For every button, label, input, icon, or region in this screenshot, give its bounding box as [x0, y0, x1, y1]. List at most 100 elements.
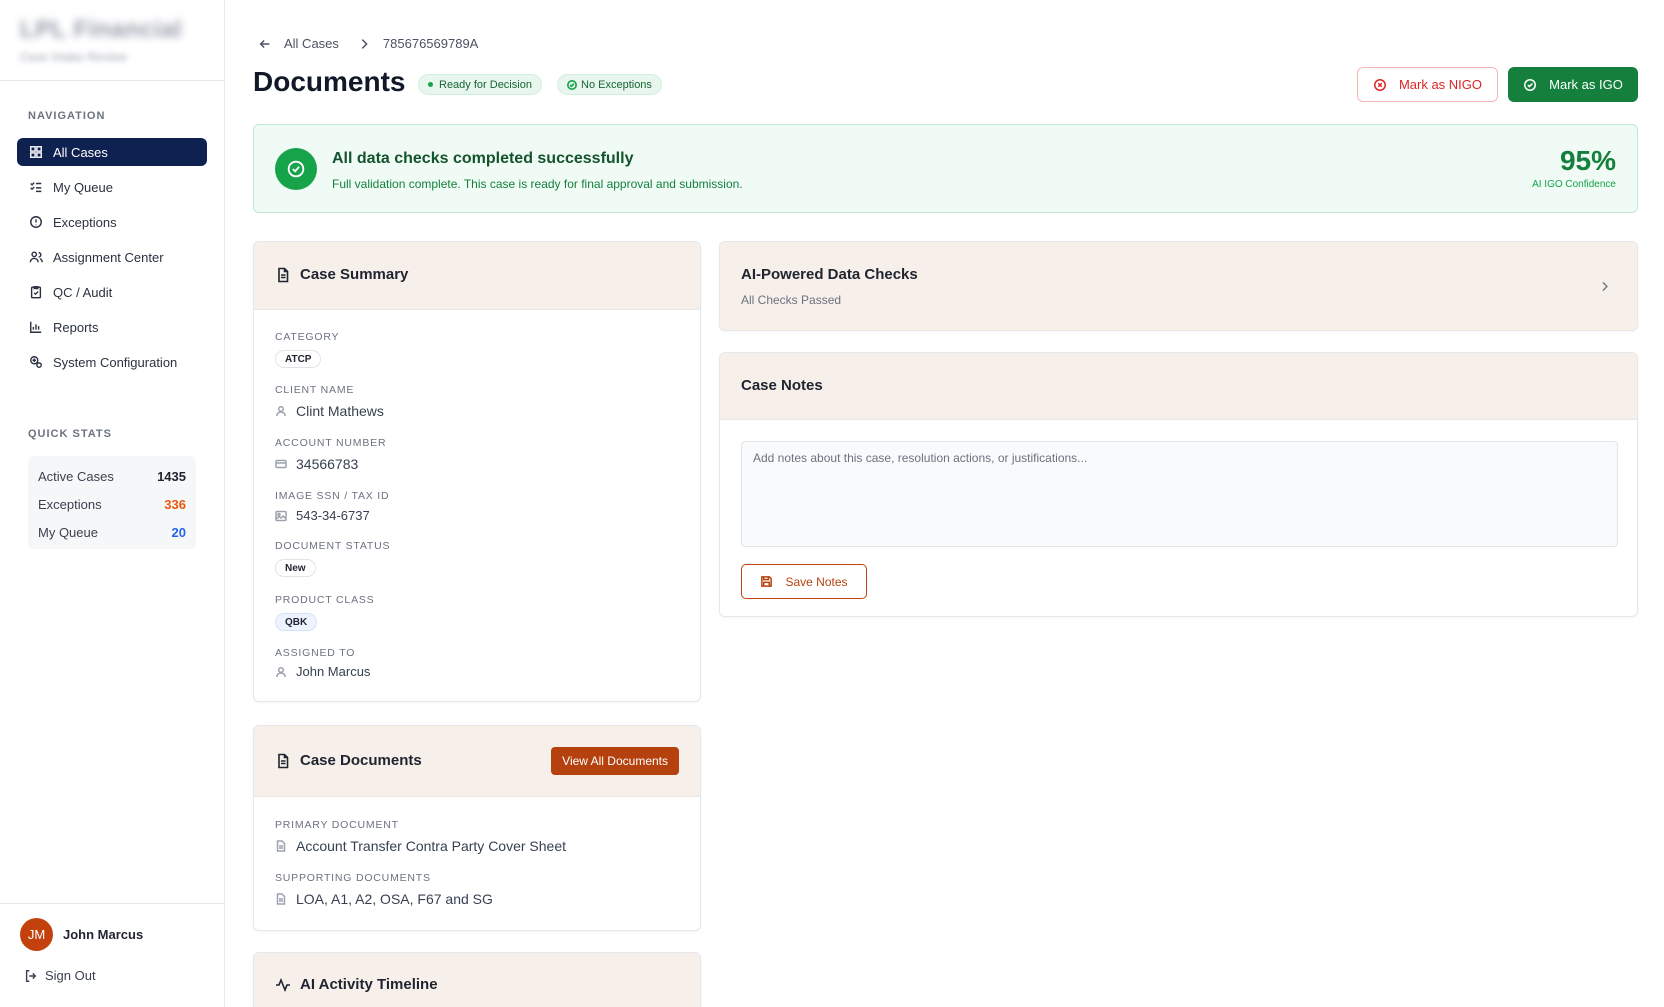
case-documents-card: Case Documents View All Documents PRIMAR…: [253, 725, 701, 931]
primary-document: Account Transfer Contra Party Cover Shee…: [296, 838, 567, 854]
card-header: Case Documents View All Documents: [254, 726, 700, 797]
confidence-label: AI IGO Confidence: [1532, 179, 1616, 190]
breadcrumb-all-cases[interactable]: All Cases: [284, 36, 339, 51]
card-header: AI Activity Timeline: [254, 953, 700, 1007]
card-header: Case Notes: [720, 353, 1637, 420]
badge-label: Ready for Decision: [439, 78, 532, 91]
sidebar-item-system-configuration[interactable]: System Configuration: [17, 348, 207, 376]
file-icon: [276, 893, 286, 905]
save-notes-button[interactable]: Save Notes: [741, 564, 867, 599]
product-class-label: PRODUCT CLASS: [275, 594, 375, 606]
banner-subtitle: Full validation complete. This case is r…: [332, 177, 743, 191]
banner-title: All data checks completed successfully: [332, 150, 634, 167]
grid-icon: [28, 144, 44, 160]
breadcrumb: All Cases 785676569789A: [258, 36, 478, 51]
brand-subtitle: Case Intake Review: [20, 50, 127, 64]
data-checks-title: AI-Powered Data Checks: [741, 266, 918, 283]
users-icon: [28, 249, 44, 265]
activity-icon: [276, 977, 290, 992]
category-pill: ATCP: [275, 350, 322, 368]
supporting-documents: LOA, A1, A2, OSA, F67 and SG: [296, 891, 493, 907]
user-icon: [276, 405, 286, 417]
stat-label: Active Cases: [38, 468, 114, 484]
sign-out-icon: [25, 969, 37, 982]
card-header: AI-Powered Data Checks All Checks Passed: [720, 242, 1637, 330]
arrow-left-icon[interactable]: [258, 37, 272, 51]
stat-label: Exceptions: [38, 496, 102, 512]
account-number-label: ACCOUNT NUMBER: [275, 437, 387, 449]
account-number-value: 34566783: [275, 456, 358, 472]
sidebar-item-label: All Cases: [53, 144, 108, 160]
case-documents-title: Case Documents: [300, 752, 422, 769]
card-title: Case Summary: [275, 266, 408, 283]
supporting-documents-label: SUPPORTING DOCUMENTS: [275, 872, 431, 884]
divider: [0, 903, 225, 904]
badge-label: No Exceptions: [581, 78, 652, 91]
sidebar-item-label: Reports: [53, 319, 99, 335]
file-icon: [276, 840, 286, 852]
sidebar-item-assignment-center[interactable]: Assignment Center: [17, 243, 207, 271]
document-icon: [278, 267, 289, 282]
divider: [0, 80, 225, 81]
clipboard-check-icon: [28, 284, 44, 300]
supporting-documents-value[interactable]: LOA, A1, A2, OSA, F67 and SG: [275, 891, 493, 907]
sidebar: LPL Financial Case Intake Review NAVIGAT…: [0, 0, 225, 1007]
sign-out-button[interactable]: Sign Out: [24, 968, 96, 983]
image-icon: [275, 510, 287, 521]
account-number: 34566783: [296, 456, 359, 472]
quick-stats-title: QUICK STATS: [28, 428, 112, 440]
brand-name: LPL Financial: [20, 16, 183, 43]
primary-document-label: PRIMARY DOCUMENT: [275, 819, 399, 831]
nav-menu: All Cases My Queue Exceptions Assignment…: [17, 138, 207, 383]
sidebar-item-label: Exceptions: [53, 214, 117, 230]
success-banner: All data checks completed successfully F…: [253, 124, 1638, 213]
avatar[interactable]: JM: [20, 918, 53, 951]
chevron-right-icon[interactable]: [1598, 280, 1611, 298]
ai-activity-timeline-card: AI Activity Timeline: [253, 952, 701, 1007]
primary-document-value[interactable]: Account Transfer Contra Party Cover Shee…: [275, 838, 566, 854]
status-badge-exceptions: No Exceptions: [557, 74, 662, 95]
case-summary-title: Case Summary: [300, 266, 409, 283]
sidebar-item-label: My Queue: [53, 179, 113, 195]
confidence-value: 95%: [1559, 145, 1616, 176]
sidebar-item-my-queue[interactable]: My Queue: [17, 173, 207, 201]
ssn: 543-34-6737: [296, 508, 370, 523]
breadcrumb-case-id: 785676569789A: [382, 36, 479, 51]
navigation-title: NAVIGATION: [28, 110, 106, 122]
check-circle-icon: [275, 148, 317, 190]
ssn-value: 543-34-6737: [275, 508, 370, 523]
client-name-value: Clint Mathews: [275, 403, 384, 419]
case-summary-card: Case Summary CATEGORY ATCP CLIENT NAME C…: [253, 241, 701, 702]
alert-circle-icon: [28, 214, 44, 230]
card-title: Case Documents: [275, 752, 422, 769]
view-all-documents-button[interactable]: View All Documents: [551, 747, 679, 775]
sidebar-item-all-cases[interactable]: All Cases: [17, 138, 207, 166]
timeline-title: AI Activity Timeline: [300, 976, 438, 993]
mark-igo-button[interactable]: Mark as IGO: [1508, 67, 1638, 102]
data-checks-card[interactable]: AI-Powered Data Checks All Checks Passed: [719, 241, 1638, 331]
settings-icon: [28, 354, 44, 370]
list-check-icon: [28, 179, 44, 195]
case-notes-title: Case Notes: [741, 377, 823, 394]
mark-nigo-button[interactable]: Mark as NIGO: [1357, 67, 1498, 102]
sidebar-item-exceptions[interactable]: Exceptions: [17, 208, 207, 236]
stat-value: 1435: [157, 468, 186, 484]
bar-chart-icon: [28, 319, 44, 335]
client-name-label: CLIENT NAME: [275, 384, 355, 396]
client-name: Clint Mathews: [296, 403, 384, 419]
igo-label: Mark as IGO: [1549, 77, 1623, 92]
stat-active-cases: Active Cases 1435: [38, 462, 186, 490]
status-dot-icon: [428, 82, 433, 87]
case-notes-card: Case Notes Save Notes: [719, 352, 1638, 617]
case-notes-input[interactable]: [741, 441, 1618, 547]
page-title: Documents: [253, 66, 406, 97]
sidebar-item-label: System Configuration: [53, 354, 178, 370]
brand-logo[interactable]: LPL Financial Case Intake Review: [20, 16, 200, 66]
stat-value: 336: [164, 496, 186, 512]
stat-exceptions: Exceptions 336: [38, 490, 186, 518]
x-circle-icon: [1373, 78, 1386, 91]
data-checks-subtitle: All Checks Passed: [741, 293, 842, 307]
sidebar-item-qc-audit[interactable]: QC / Audit: [17, 278, 207, 306]
sign-out-label: Sign Out: [45, 968, 96, 983]
sidebar-item-reports[interactable]: Reports: [17, 313, 207, 341]
